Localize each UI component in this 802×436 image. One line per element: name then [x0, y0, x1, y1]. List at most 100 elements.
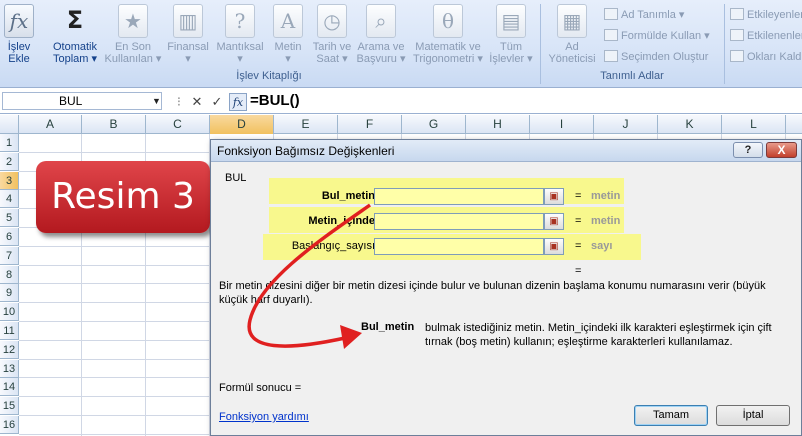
insert-function-label-2: Ekle — [8, 53, 30, 65]
column-header-g[interactable]: G — [402, 115, 466, 134]
column-header-a[interactable]: A — [19, 115, 82, 134]
cancel-icon[interactable]: ✕ — [188, 93, 206, 111]
arg-eq: = — [575, 190, 582, 202]
column-header-f[interactable]: F — [338, 115, 402, 134]
column-header-k[interactable]: K — [658, 115, 722, 134]
column-header-d[interactable]: D — [210, 115, 274, 134]
formula-bar: BUL ▼ ⁝ ✕ ✓ fx =BUL() — [0, 89, 802, 114]
row-header-5[interactable]: 5 — [0, 209, 19, 228]
row-header-16[interactable]: 16 — [0, 416, 19, 434]
define-name-button[interactable]: Ad Tanımla ▾ — [604, 8, 684, 21]
all-functions-label-2: İşlevler ▾ — [489, 53, 533, 65]
row-header-8[interactable]: 8 — [0, 265, 19, 284]
row-header-12[interactable]: 12 — [0, 340, 19, 359]
enter-check-icon[interactable]: ✓ — [208, 93, 226, 111]
ok-button[interactable]: Tamam — [634, 405, 708, 426]
arg-input-start-num[interactable] — [374, 238, 544, 255]
financial-button[interactable]: ▥ Finansal ▾ — [164, 4, 212, 65]
arg-type-hint: sayı — [591, 240, 613, 252]
name-manager-label-2: Yöneticisi — [548, 53, 596, 65]
result-eq: = — [575, 265, 582, 277]
name-manager-label-1: Ad — [565, 41, 579, 53]
column-header-e[interactable]: E — [274, 115, 338, 134]
resim-overlay-label: Resim 3 — [36, 161, 210, 233]
row-header-7[interactable]: 7 — [0, 246, 19, 265]
row-header-11[interactable]: 11 — [0, 322, 19, 340]
create-from-selection-button[interactable]: Seçimden Oluştur — [604, 50, 708, 63]
theta-book-icon: θ — [433, 4, 463, 38]
arg-input-within-text[interactable] — [374, 213, 544, 230]
column-header-j[interactable]: J — [594, 115, 658, 134]
name-box-dropdown-icon[interactable]: ▼ — [152, 96, 161, 106]
insert-function-button[interactable]: fx İşlev Ekle — [4, 4, 34, 65]
row-header-14[interactable]: 14 — [0, 378, 19, 397]
all-functions-button[interactable]: ▤ Tüm İşlevler ▾ — [488, 4, 534, 65]
cancel-button[interactable]: İptal — [716, 405, 790, 426]
logical-button[interactable]: ? Mantıksal ▾ — [214, 4, 266, 65]
recently-used-button[interactable]: ★ En Son Kullanılan ▾ — [104, 4, 162, 65]
use-in-formula-button[interactable]: Formülde Kullan ▾ — [604, 29, 710, 42]
lookup-label-2: Başvuru ▾ — [356, 53, 406, 65]
name-manager-button[interactable]: ▦ Ad Yöneticisi — [544, 4, 600, 65]
arg-label: Başlangıç_sayısı — [291, 240, 375, 252]
lookup-label-1: Arama ve — [357, 41, 405, 53]
question-book-icon: ? — [225, 4, 255, 38]
dialog-help-button[interactable]: ? — [733, 142, 763, 158]
column-header-h[interactable]: H — [466, 115, 530, 134]
column-header-i[interactable]: I — [530, 115, 594, 134]
math-trig-label-2: Trigonometri ▾ — [413, 53, 483, 65]
text-label-1: Metin — [274, 41, 302, 53]
insert-function-label-1: İşlev — [7, 41, 31, 53]
row-header-15[interactable]: 15 — [0, 397, 19, 416]
arg-input-find-text[interactable] — [374, 188, 544, 205]
autosum-label-1: Otomatik — [52, 41, 97, 53]
row-header-4[interactable]: 4 — [0, 190, 19, 209]
name-box[interactable]: BUL — [2, 92, 162, 110]
trace-dependents-button[interactable]: Etkilenenleri — [730, 29, 802, 42]
formula-input[interactable]: =BUL() — [250, 92, 800, 110]
dialog-close-button[interactable]: X — [766, 142, 797, 158]
row-header-6[interactable]: 6 — [0, 228, 19, 246]
text-button[interactable]: A Metin ▾ — [270, 4, 306, 65]
arg-row-within-text: Metin_içinde ▣ = metin — [211, 213, 801, 235]
autosum-button[interactable]: Σ Otomatik Toplam ▾ — [46, 4, 104, 65]
arg-row-find-text: Bul_metin ▣ = metin — [211, 188, 801, 210]
row-header-1[interactable]: 1 — [0, 134, 19, 152]
remove-arrows-button[interactable]: Okları Kaldır — [730, 50, 802, 63]
trace-precedents-button[interactable]: Etkileyenleri — [730, 8, 802, 21]
remove-arrows-label: Okları Kaldır — [747, 51, 802, 63]
range-picker-icon[interactable]: ▣ — [544, 188, 564, 205]
lookup-reference-button[interactable]: ⌕ Arama ve Başvuru ▾ — [356, 4, 406, 65]
insert-function-fx-icon[interactable]: fx — [229, 93, 247, 111]
arg-type-hint: metin — [591, 215, 621, 227]
arg-type-hint: metin — [591, 190, 621, 202]
row-header-13[interactable]: 13 — [0, 359, 19, 378]
formula-result: Formül sonucu = — [219, 382, 302, 394]
range-picker-icon[interactable]: ▣ — [544, 213, 564, 230]
row-header-2[interactable]: 2 — [0, 152, 19, 171]
defined-names-group-label: Tanımlı Adlar — [600, 70, 664, 82]
trace-precedents-icon — [730, 8, 744, 20]
range-picker-icon[interactable]: ▣ — [544, 238, 564, 255]
function-help-link[interactable]: Fonksiyon yardımı — [219, 411, 309, 423]
math-trig-button[interactable]: θ Matematik ve Trigonometri ▾ — [408, 4, 488, 65]
a-book-icon: A — [273, 4, 303, 38]
column-header-l[interactable]: L — [722, 115, 786, 134]
arg-description: bulmak istediğiniz metin. Metin_içindeki… — [425, 322, 772, 348]
row-header-10[interactable]: 10 — [0, 303, 19, 322]
column-header-c[interactable]: C — [146, 115, 210, 134]
column-header-b[interactable]: B — [82, 115, 146, 134]
trace-dependents-icon — [730, 29, 744, 41]
row-header-9[interactable]: 9 — [0, 284, 19, 303]
separator-dots-icon: ⁝ — [176, 94, 182, 109]
select-all-corner[interactable] — [0, 115, 19, 134]
trace-precedents-label: Etkileyenleri — [747, 9, 802, 21]
create-from-selection-label: Seçimden Oluştur — [621, 51, 709, 63]
arg-row-start-num: Başlangıç_sayısı ▣ = sayı — [211, 238, 801, 260]
dialog-title: Fonksiyon Bağımsız Değişkenleri — [211, 140, 801, 162]
recently-used-label-1: En Son — [114, 41, 152, 53]
date-time-button[interactable]: ◷ Tarih ve Saat ▾ — [308, 4, 356, 65]
define-name-label: Ad Tanımla ▾ — [621, 9, 685, 21]
row-header-3[interactable]: 3 — [0, 171, 19, 190]
function-arguments-dialog: Fonksiyon Bağımsız Değişkenleri ? X BUL … — [210, 139, 802, 436]
